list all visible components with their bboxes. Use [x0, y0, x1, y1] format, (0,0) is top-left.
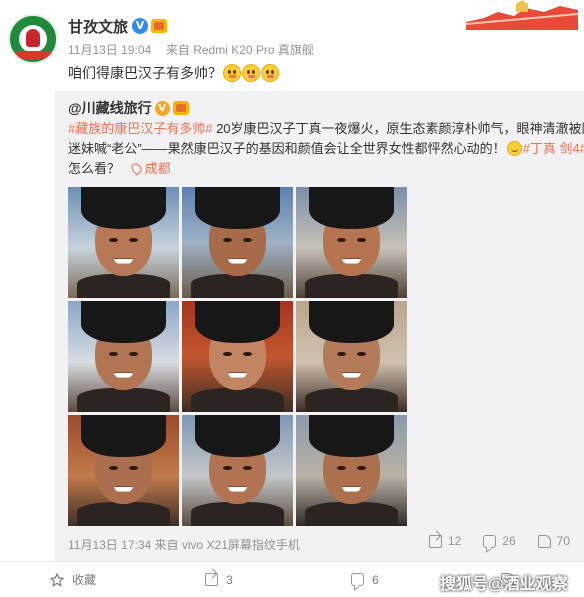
repost-actions: 12 26 70	[407, 534, 570, 548]
author-avatar[interactable]	[8, 14, 58, 64]
location-link[interactable]: 成都	[129, 161, 171, 176]
verified-icon: V	[132, 18, 149, 34]
member-badge-icon	[172, 101, 189, 115]
repost-comment-button[interactable]: 26	[483, 534, 516, 548]
post-text: 咱们得康巴汉子有多帅？	[68, 62, 279, 84]
photo-thumbnail[interactable]	[182, 301, 293, 412]
comment-button[interactable]: 6	[292, 573, 438, 587]
photo-thumbnail[interactable]	[68, 415, 179, 526]
share-button[interactable]: 3	[146, 573, 292, 587]
hashtag-link[interactable]: #藏族的康巴汉子有多帅#	[68, 121, 212, 136]
thumbs-up-icon	[537, 534, 551, 548]
source-prefix: 来自	[165, 43, 190, 57]
blush-emoji-icon	[242, 64, 260, 82]
avatar-logo-icon	[19, 25, 47, 53]
repost-card: @川藏线旅行 V #藏族的康巴汉子有多帅# 20岁康巴汉子丁真一夜爆火，原生态素…	[55, 91, 584, 561]
post-text-content: 咱们得康巴汉子有多帅？	[68, 65, 222, 81]
repost-author-row: @川藏线旅行 V	[68, 97, 189, 119]
favorite-button[interactable]: 收藏	[0, 571, 146, 588]
share-icon	[205, 573, 219, 586]
post-date[interactable]: 11月13日 19:04	[68, 43, 151, 57]
photo-thumbnail[interactable]	[296, 301, 407, 412]
smile-emoji-icon	[506, 141, 522, 156]
blush-emoji-icon	[261, 64, 279, 82]
photo-thumbnail[interactable]	[182, 187, 293, 298]
blush-emoji-icon	[223, 64, 241, 82]
repost-meta[interactable]: 11月13日 17:34 来自 vivo X21屏幕指纹手机	[68, 536, 300, 553]
repost-author-name[interactable]: @川藏线旅行	[68, 98, 152, 118]
star-icon	[49, 572, 64, 587]
post-source[interactable]: Redmi K20 Pro 真旗舰	[193, 43, 314, 57]
photo-thumbnail[interactable]	[68, 187, 179, 298]
repost-share-button[interactable]: 12	[428, 534, 461, 548]
verified-icon: V	[154, 100, 170, 116]
great-wall-decoration-icon	[466, 0, 578, 30]
photo-thumbnail[interactable]	[296, 415, 407, 526]
share-icon	[428, 534, 442, 548]
repost-text: #藏族的康巴汉子有多帅# 20岁康巴汉子丁真一夜爆火，原生态素颜淳朴帅气，眼神清…	[68, 119, 584, 179]
author-row: 甘孜文旅 V	[68, 14, 168, 38]
photo-grid	[68, 187, 407, 526]
post-meta: 11月13日 19:04 来自 Redmi K20 Pro 真旗舰	[68, 41, 314, 58]
hashtag-link[interactable]: #丁真 剑4#	[523, 141, 584, 156]
photo-thumbnail[interactable]	[68, 301, 179, 412]
photo-thumbnail[interactable]	[296, 187, 407, 298]
comment-icon	[483, 534, 497, 548]
weibo-post: 甘孜文旅 V 11月13日 19:04 来自 Redmi K20 Pro 真旗舰…	[0, 0, 584, 597]
comment-icon	[351, 573, 365, 586]
repost-like-button[interactable]: 70	[537, 534, 570, 548]
author-name[interactable]: 甘孜文旅	[68, 16, 128, 37]
location-pin-icon	[129, 161, 144, 176]
member-badge-icon	[151, 19, 168, 33]
photo-thumbnail[interactable]	[182, 415, 293, 526]
sohu-watermark: 搜狐号@酒业观察	[440, 576, 568, 593]
